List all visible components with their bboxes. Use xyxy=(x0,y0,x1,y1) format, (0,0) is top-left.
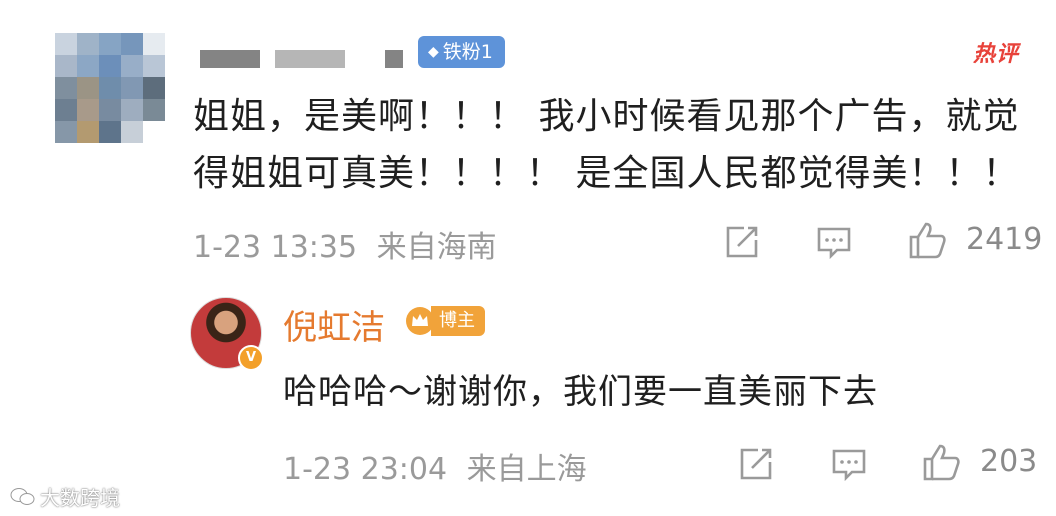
watermark-text: 大数跨境 xyxy=(40,486,120,510)
wechat-icon xyxy=(10,487,35,505)
username-redacted-1 xyxy=(200,50,260,68)
username-redacted-2 xyxy=(275,50,345,68)
comment-time: 1-23 13:35 xyxy=(193,230,358,265)
share-icon[interactable] xyxy=(738,446,774,482)
comment-icon[interactable] xyxy=(816,224,852,260)
fan-badge-label: 铁粉1 xyxy=(442,41,493,63)
comment-icon[interactable] xyxy=(831,446,867,482)
reply-text: 哈哈哈～谢谢你，我们要一直美丽下去 xyxy=(283,372,878,412)
reply-author-name[interactable]: 倪虹洁 xyxy=(283,300,385,349)
like-count: 2419 xyxy=(966,222,1043,257)
fan-icon: ◆ xyxy=(428,44,439,60)
host-badge-label: 博主 xyxy=(431,306,485,336)
reply-like-count: 203 xyxy=(980,444,1038,479)
fan-level-badge: ◆ 铁粉1 xyxy=(418,36,505,68)
reply-location: 来自上海 xyxy=(466,452,587,487)
comment-meta: 1-23 13:35 来自海南 xyxy=(193,222,497,266)
host-badge: 博主 xyxy=(405,304,485,338)
reply-time: 1-23 23:04 xyxy=(283,452,448,487)
comment-location: 来自海南 xyxy=(376,230,497,265)
commenter-avatar-blurred[interactable] xyxy=(55,33,165,143)
comment-text: 姐姐，是美啊！！！ 我小时候看见那个广告，就觉得姐姐可真美！！！！ 是全国人民都… xyxy=(193,96,1020,194)
share-icon[interactable] xyxy=(724,224,760,260)
username-redacted-3 xyxy=(385,50,403,68)
like-icon[interactable] xyxy=(907,220,947,260)
reply-meta: 1-23 23:04 来自上海 xyxy=(283,444,587,488)
verified-icon: V xyxy=(238,345,264,371)
hot-comment-label: 热评 xyxy=(973,42,1020,67)
like-icon[interactable] xyxy=(921,442,961,482)
watermark: 大数跨境 xyxy=(10,482,120,511)
